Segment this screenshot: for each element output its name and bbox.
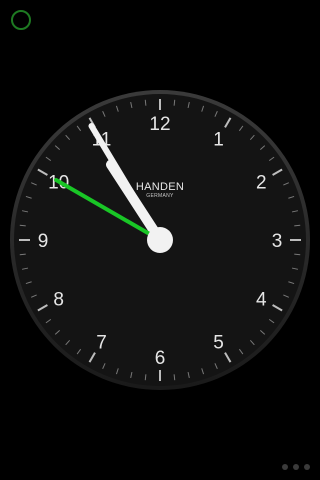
brand-country: GERMANY [146,193,174,199]
page-indicator [282,464,310,470]
center-cap [147,227,173,253]
page-dot[interactable] [282,464,288,470]
minute-tick [173,374,176,381]
analog-clock: 121234567891011 HANDEN GERMANY [10,90,310,390]
minute-tick [294,224,301,227]
numeral-6: 6 [155,348,166,369]
numeral-5: 5 [213,332,224,353]
minute-tick [19,224,26,227]
numeral-4: 4 [256,290,267,311]
numeral-9: 9 [38,231,49,252]
minute-tick [294,253,301,256]
minute-tick [19,253,26,256]
page-dot[interactable] [304,464,310,470]
brand-name: HANDEN [136,181,184,193]
numeral-8: 8 [53,290,64,311]
page-dot[interactable] [293,464,299,470]
numeral-2: 2 [256,173,267,194]
minute-tick [144,99,147,106]
minute-tick [144,374,147,381]
numeral-12: 12 [149,114,170,135]
minute-tick [173,99,176,106]
numeral-3: 3 [272,231,283,252]
numeral-7: 7 [96,332,107,353]
numeral-1: 1 [213,130,224,151]
